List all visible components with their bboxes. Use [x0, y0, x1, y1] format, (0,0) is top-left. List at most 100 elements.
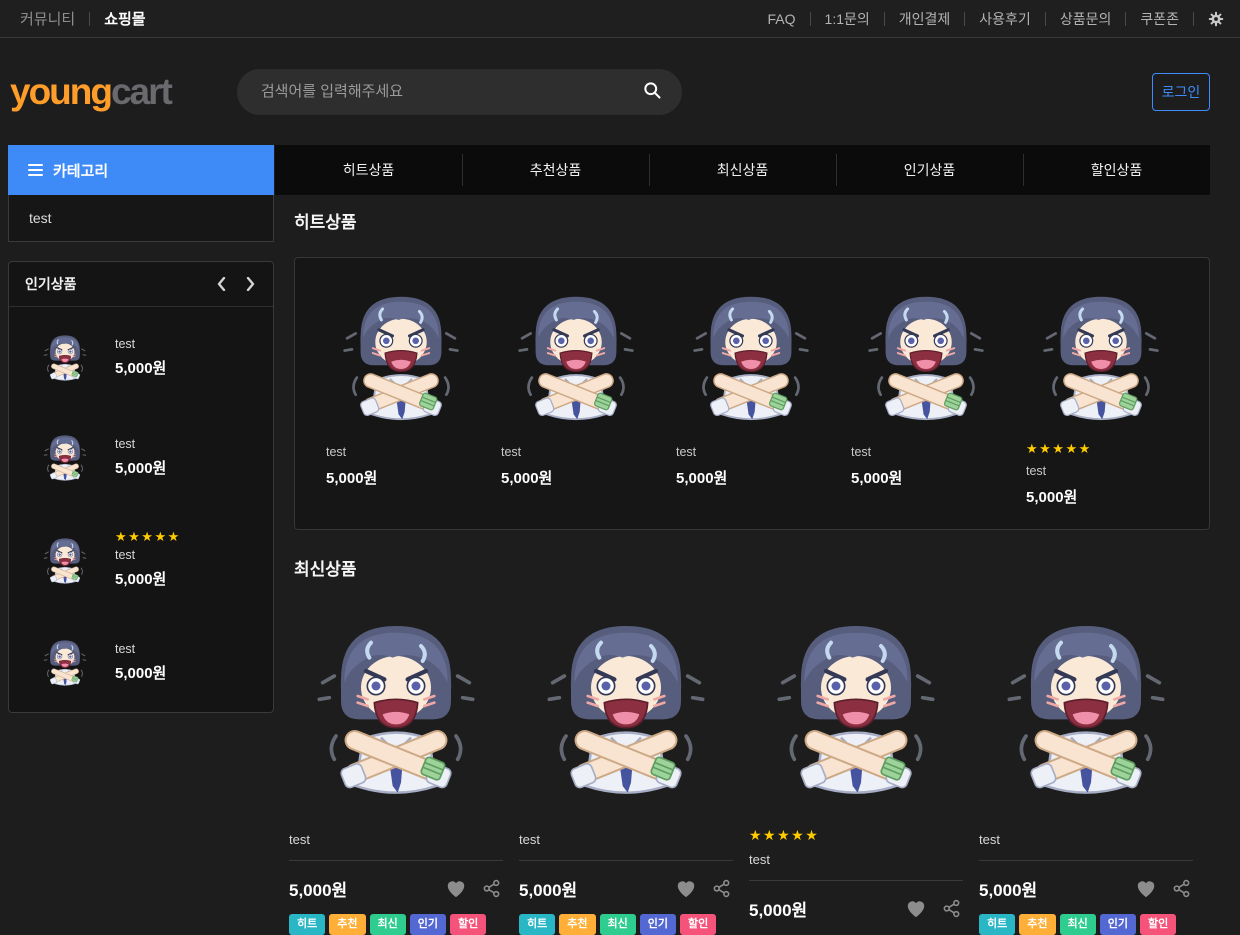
- share-icon[interactable]: [1172, 879, 1191, 898]
- share-icon[interactable]: [942, 899, 961, 918]
- rating-stars: ★★★★★: [115, 530, 181, 543]
- content-area: 카테고리 test 인기상품 test: [0, 145, 1240, 935]
- rating-stars: ★★★★★: [1026, 442, 1184, 455]
- divider: [964, 12, 965, 26]
- heart-icon[interactable]: [446, 880, 466, 898]
- product-price: 5,000원: [1026, 486, 1184, 507]
- main-nav: 히트상품 추천상품 최신상품 인기상품 할인상품: [275, 145, 1210, 195]
- heart-icon[interactable]: [906, 900, 926, 918]
- badge-discount: 할인: [680, 914, 716, 935]
- badge-recommend: 추천: [329, 914, 365, 935]
- popular-product-item[interactable]: test 5,000원: [9, 407, 273, 507]
- inquiry-link[interactable]: 1:1문의: [825, 9, 870, 29]
- product-title: test: [979, 832, 1193, 861]
- product-info: test 5,000원: [115, 642, 166, 683]
- nav-item-discount[interactable]: 할인상품: [1023, 145, 1210, 195]
- product-title: test: [749, 852, 963, 881]
- gear-icon[interactable]: [1208, 11, 1224, 27]
- site-logo[interactable]: youngcart: [10, 73, 171, 110]
- nav-item-recommend[interactable]: 추천상품: [462, 145, 649, 195]
- product-title: test: [289, 832, 503, 861]
- search-icon: [642, 80, 662, 103]
- top-utility-bar: 커뮤니티 쇼핑몰 FAQ 1:1문의 개인결제 사용후기 상품문의 쿠폰존: [0, 0, 1240, 38]
- rating-stars: ★★★★★: [749, 828, 963, 842]
- topbar-right-links: FAQ 1:1문의 개인결제 사용후기 상품문의 쿠폰존: [768, 9, 1224, 29]
- divider: [1193, 12, 1194, 26]
- divider: [1045, 12, 1046, 26]
- product-price: 5,000원: [289, 876, 347, 901]
- card-actions: [906, 899, 963, 918]
- shop-link[interactable]: 쇼핑몰: [104, 8, 145, 29]
- sidebar: 카테고리 test 인기상품 test: [8, 145, 274, 713]
- share-icon[interactable]: [482, 879, 501, 898]
- reviews-link[interactable]: 사용후기: [979, 9, 1031, 29]
- category-item[interactable]: test: [9, 195, 273, 241]
- product-price: 5,000원: [115, 568, 181, 589]
- hit-product-card[interactable]: ★★★★★ test 5,000원: [1026, 282, 1184, 529]
- hit-product-card[interactable]: test 5,000원: [501, 282, 659, 529]
- badge-new: 최신: [370, 914, 406, 935]
- hit-product-card[interactable]: test 5,000원: [326, 282, 484, 529]
- product-price: 5,000원: [115, 357, 166, 378]
- chevron-right-icon[interactable]: [244, 275, 257, 293]
- popular-product-item[interactable]: test 5,000원: [9, 307, 273, 407]
- search-button[interactable]: [640, 78, 664, 105]
- product-price: 5,000원: [676, 467, 834, 488]
- price-row: 5,000원: [749, 896, 963, 921]
- category-menu-label: 카테고리: [53, 160, 108, 181]
- product-title: test: [115, 337, 166, 351]
- category-menu-header[interactable]: 카테고리: [8, 145, 274, 195]
- nav-item-hit[interactable]: 히트상품: [275, 145, 462, 195]
- share-icon[interactable]: [712, 879, 731, 898]
- divider: [1125, 12, 1126, 26]
- hit-product-card[interactable]: test 5,000원: [851, 282, 1009, 529]
- popular-product-item[interactable]: ★★★★★ test 5,000원: [9, 507, 273, 612]
- product-info: test 5,000원: [115, 437, 166, 478]
- logo-young: young: [10, 71, 111, 112]
- hit-product-card[interactable]: test 5,000원: [676, 282, 834, 529]
- product-image: [296, 606, 496, 806]
- product-title: test: [115, 437, 166, 451]
- product-price: 5,000원: [979, 876, 1037, 901]
- chevron-left-icon[interactable]: [215, 275, 228, 293]
- popular-product-item[interactable]: test 5,000원: [9, 612, 273, 712]
- coupon-zone-link[interactable]: 쿠폰존: [1140, 9, 1179, 29]
- divider: [89, 12, 90, 26]
- nav-item-popular[interactable]: 인기상품: [836, 145, 1023, 195]
- latest-section-title: 최신상품: [294, 558, 1210, 582]
- product-price: 5,000원: [115, 662, 166, 683]
- product-title: test: [1026, 464, 1184, 478]
- latest-product-card[interactable]: ★★★★★ test 5,000원: [749, 606, 963, 935]
- badge-recommend: 추천: [1019, 914, 1055, 935]
- product-title: test: [115, 642, 166, 656]
- latest-product-card[interactable]: test 5,000원 히트 추천 최신: [979, 606, 1193, 935]
- product-qna-link[interactable]: 상품문의: [1060, 9, 1112, 29]
- login-button[interactable]: 로그인: [1152, 73, 1210, 111]
- latest-products-row: test 5,000원 히트 추천 최신: [289, 606, 1210, 935]
- product-image: [676, 282, 826, 429]
- product-info: test 5,000원: [115, 337, 166, 378]
- heart-icon[interactable]: [676, 880, 696, 898]
- product-image: [38, 533, 92, 587]
- card-actions: [446, 879, 503, 898]
- price-row: 5,000원: [289, 876, 503, 901]
- latest-product-card[interactable]: test 5,000원 히트 추천 최신: [289, 606, 503, 935]
- badge-hit: 히트: [289, 914, 325, 935]
- product-image: [1026, 282, 1176, 429]
- latest-product-card[interactable]: test 5,000원 히트 추천 최신: [519, 606, 733, 935]
- nav-item-new[interactable]: 최신상품: [649, 145, 836, 195]
- heart-icon[interactable]: [1136, 880, 1156, 898]
- personal-payment-link[interactable]: 개인결제: [899, 9, 951, 29]
- product-image: [38, 430, 92, 484]
- popular-panel-header: 인기상품: [9, 262, 273, 307]
- badge-popular: 인기: [640, 914, 676, 935]
- badge-popular: 인기: [410, 914, 446, 935]
- category-list: test: [8, 195, 274, 242]
- product-image: [38, 635, 92, 689]
- community-link[interactable]: 커뮤니티: [20, 8, 75, 29]
- product-title: test: [676, 445, 834, 459]
- hit-section-title: 히트상품: [294, 211, 1210, 235]
- search-input[interactable]: [259, 82, 640, 101]
- faq-link[interactable]: FAQ: [768, 11, 796, 27]
- product-image: [326, 282, 476, 429]
